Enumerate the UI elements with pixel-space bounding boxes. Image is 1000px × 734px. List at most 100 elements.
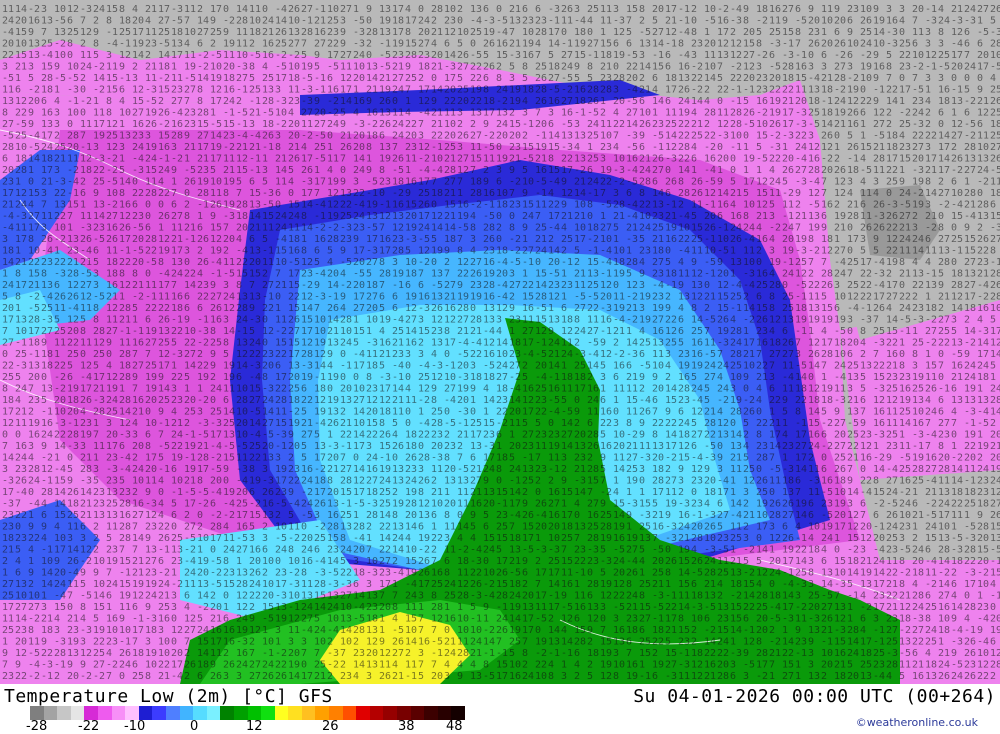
value-label: 10 bbox=[327, 4, 339, 15]
value-label: 6 bbox=[574, 648, 580, 659]
value-label: 6 bbox=[730, 671, 736, 682]
value-label: 1 bbox=[28, 165, 34, 176]
value-label: 13 bbox=[639, 533, 651, 544]
value-label: 1 bbox=[80, 200, 86, 211]
value-label: 22 bbox=[756, 361, 768, 372]
value-label: 27 bbox=[548, 73, 560, 84]
value-label: -1 bbox=[652, 50, 664, 61]
value-label: 20 bbox=[366, 407, 378, 418]
value-label: 0 bbox=[756, 257, 762, 268]
value-label: 20 bbox=[28, 96, 40, 107]
value-label: 2 bbox=[704, 303, 710, 314]
value-label: 24 bbox=[223, 545, 235, 556]
value-label: 7 bbox=[275, 269, 281, 280]
value-label: 11 bbox=[145, 27, 157, 38]
value-label: 1 bbox=[2, 269, 8, 280]
value-label: 16 bbox=[483, 257, 495, 268]
value-label: 2 bbox=[197, 246, 203, 257]
value-label: -4 bbox=[314, 418, 326, 429]
value-label: 19 bbox=[626, 671, 638, 682]
value-label: -4 bbox=[626, 200, 638, 211]
value-label: 4 bbox=[54, 614, 60, 625]
value-label: 26 bbox=[392, 441, 404, 452]
value-label: -3 bbox=[301, 96, 313, 107]
value-label: 22 bbox=[899, 292, 911, 303]
value-label: 24 bbox=[444, 579, 456, 590]
value-label: 26 bbox=[873, 223, 885, 234]
value-label: 1 bbox=[717, 165, 723, 176]
value-label: 5 bbox=[574, 246, 580, 257]
value-label: 2 bbox=[678, 487, 684, 498]
value-label: -1 bbox=[249, 165, 261, 176]
value-label: 14 bbox=[236, 4, 248, 15]
value-label: -1 bbox=[561, 648, 573, 659]
value-label: 11 bbox=[223, 533, 235, 544]
value-label: 10 bbox=[405, 257, 417, 268]
value-label: -4 bbox=[106, 39, 118, 50]
value-label: -2 bbox=[171, 154, 183, 165]
value-label: -1 bbox=[119, 73, 131, 84]
value-label: -3 bbox=[353, 27, 365, 38]
value-label: 25 bbox=[288, 384, 300, 395]
value-label: -4 bbox=[873, 280, 885, 291]
value-label: 2 bbox=[951, 568, 957, 579]
value-label: 11 bbox=[535, 441, 547, 452]
value-label: -3 bbox=[483, 16, 495, 27]
value-label: 8 bbox=[808, 234, 814, 245]
value-label: 12 bbox=[184, 614, 196, 625]
value-label: 22 bbox=[717, 648, 729, 659]
value-label: 12 bbox=[808, 142, 820, 153]
value-label: 11 bbox=[561, 338, 573, 349]
value-label: 26 bbox=[925, 384, 937, 395]
value-label: 21 bbox=[275, 154, 287, 165]
credit-link[interactable]: ©weatheronline.co.uk bbox=[856, 716, 978, 729]
value-label: -2 bbox=[418, 395, 430, 406]
value-label: 5 bbox=[236, 177, 242, 188]
value-label: 4 bbox=[54, 522, 60, 533]
value-label: 7 bbox=[600, 188, 606, 199]
value-label: -3 bbox=[535, 545, 547, 556]
value-label: 12 bbox=[600, 349, 612, 360]
value-label: -4 bbox=[496, 257, 508, 268]
value-label: 3 bbox=[730, 384, 736, 395]
value-label: 1 bbox=[223, 602, 229, 613]
value-label: 0 bbox=[496, 211, 502, 222]
value-label: 24 bbox=[678, 522, 690, 533]
value-label: 25 bbox=[951, 234, 963, 245]
value-label: -5 bbox=[431, 280, 443, 291]
value-label: 23 bbox=[509, 349, 521, 360]
value-label: 7 bbox=[834, 591, 840, 602]
value-label: 11 bbox=[223, 384, 235, 395]
value-label: 7 bbox=[457, 234, 463, 245]
value-label: 25 bbox=[626, 464, 638, 475]
value-label: 28 bbox=[236, 303, 248, 314]
value-label: 6 bbox=[652, 177, 658, 188]
value-label: -3 bbox=[93, 154, 105, 165]
value-label: 22 bbox=[275, 660, 287, 671]
value-label: 8 bbox=[613, 671, 619, 682]
value-label: 22 bbox=[288, 292, 300, 303]
value-label: 13 bbox=[951, 338, 963, 349]
value-label: 4 bbox=[15, 556, 21, 567]
value-label: 0 bbox=[886, 188, 892, 199]
value-label: -3 bbox=[964, 407, 976, 418]
value-label: 17 bbox=[886, 280, 898, 291]
value-label: 1 bbox=[54, 453, 60, 464]
value-label: 28 bbox=[626, 257, 638, 268]
value-label: 18 bbox=[392, 16, 404, 27]
value-label: 2 bbox=[938, 177, 944, 188]
value-label: 16 bbox=[119, 510, 131, 521]
value-label: 26 bbox=[990, 154, 1000, 165]
value-label: 12 bbox=[743, 62, 755, 73]
value-label: 1 bbox=[236, 556, 242, 567]
value-label: -1 bbox=[743, 625, 755, 636]
value-label: 16 bbox=[756, 234, 768, 245]
value-label: 2 bbox=[912, 211, 918, 222]
value-label: 28 bbox=[67, 131, 79, 142]
value-label: -2 bbox=[795, 602, 807, 613]
value-label: 8 bbox=[223, 188, 229, 199]
value-label: 2 bbox=[691, 637, 697, 648]
value-label: 25 bbox=[509, 637, 521, 648]
value-label: 6 bbox=[184, 303, 190, 314]
value-label: 20 bbox=[132, 234, 144, 245]
